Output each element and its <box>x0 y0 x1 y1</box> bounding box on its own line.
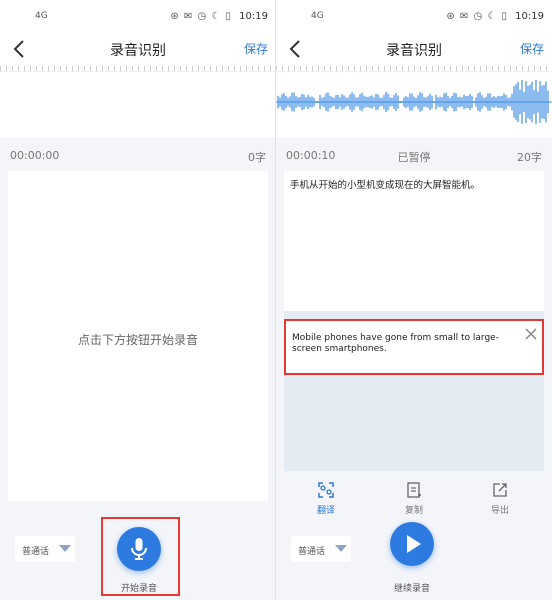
continue-record-button[interactable] <box>390 522 434 566</box>
signal-icon: 4G <box>311 11 324 21</box>
language-value: 普通话 <box>22 547 50 557</box>
export-label: 导出 <box>490 506 509 516</box>
close-translation-button[interactable] <box>524 326 538 340</box>
status-icons: ⊛ ✉ ◷ ☾ ▯ <box>170 11 232 22</box>
dropdown-arrow-icon <box>59 545 71 552</box>
clock: 10:19 <box>515 11 544 22</box>
translate-icon <box>318 482 334 498</box>
transcript-panel: 手机从开始的小型机变成现在的大屏智能机。 <box>284 171 544 311</box>
word-count: 0字 <box>248 151 266 164</box>
info-row: 00:00:00 0字 <box>0 146 276 164</box>
language-select[interactable]: 普通话 <box>291 536 351 562</box>
action-toolbar: 翻译 复制 导出 <box>276 480 552 522</box>
clock: 10:19 <box>239 11 268 22</box>
copy-label: 复制 <box>404 506 423 516</box>
signal-icon: 4G <box>35 11 48 21</box>
status-icons: ⊛ ✉ ◷ ☾ ▯ <box>446 11 508 22</box>
translate-label: 翻译 <box>316 506 335 516</box>
highlight-box <box>101 517 180 596</box>
status-bar: 4G ⊛ ✉ ◷ ☾ ▯ 10:19 <box>0 0 276 32</box>
nav-bar: 录音识别 保存 <box>276 32 552 66</box>
copy-button[interactable]: 复制 <box>384 480 444 522</box>
export-button[interactable]: 导出 <box>470 480 530 522</box>
copy-icon <box>407 482 421 498</box>
save-button[interactable]: 保存 <box>520 40 544 57</box>
recording-screen-idle: 4G ⊛ ✉ ◷ ☾ ▯ 10:19 录音识别 保存 00:00:00 0字 点… <box>0 0 276 600</box>
paused-status: 已暂停 <box>397 151 431 164</box>
recording-timer: 00:00:00 <box>10 149 60 162</box>
page-title: 录音识别 <box>110 43 166 59</box>
continue-record-label: 继续录音 <box>393 584 430 594</box>
language-value: 普通话 <box>298 547 326 557</box>
waveform-area <box>0 72 276 138</box>
translate-button[interactable]: 翻译 <box>296 480 356 522</box>
translation-text[interactable]: Mobile phones have gone from small to la… <box>292 333 518 355</box>
play-icon <box>407 535 421 553</box>
language-select[interactable]: 普通话 <box>15 536 75 562</box>
waveform-area <box>276 72 552 138</box>
transcript-text[interactable]: 手机从开始的小型机变成现在的大屏智能机。 <box>290 179 538 193</box>
waveform-graph <box>276 80 552 124</box>
save-button[interactable]: 保存 <box>244 40 268 57</box>
translation-box: Mobile phones have gone from small to la… <box>284 319 544 375</box>
translation-area: Mobile phones have gone from small to la… <box>284 311 544 471</box>
export-icon <box>493 483 507 497</box>
word-count: 20字 <box>517 151 542 164</box>
start-hint: 点击下方按钮开始录音 <box>77 333 198 347</box>
info-row: 00:00:10 已暂停 20字 <box>276 146 552 164</box>
transcript-panel: 点击下方按钮开始录音 <box>8 171 268 501</box>
status-bar: 4G ⊛ ✉ ◷ ☾ ▯ 10:19 <box>276 0 552 32</box>
dropdown-arrow-icon <box>335 545 347 552</box>
page-title: 录音识别 <box>386 43 442 59</box>
close-icon <box>525 328 537 340</box>
nav-bar: 录音识别 保存 <box>0 32 276 66</box>
recording-screen-paused: 4G ⊛ ✉ ◷ ☾ ▯ 10:19 录音识别 保存 00:00:10 已暂停 … <box>276 0 552 600</box>
